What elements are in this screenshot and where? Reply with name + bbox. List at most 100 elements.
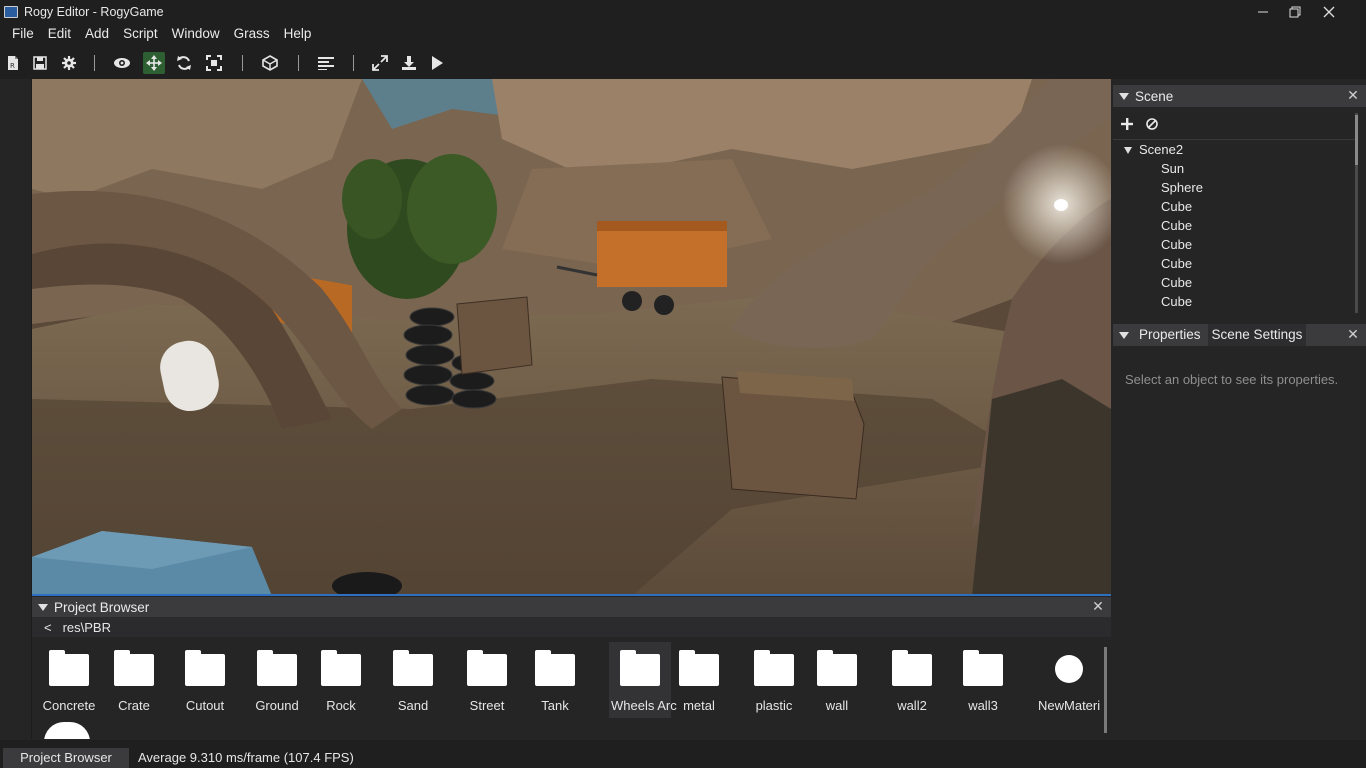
back-button[interactable]: < xyxy=(44,620,52,635)
move-tool-button[interactable] xyxy=(143,52,165,74)
menu-add[interactable]: Add xyxy=(78,23,116,45)
menu-file[interactable]: File xyxy=(5,23,41,45)
asset-folder[interactable]: Concrete xyxy=(34,642,104,718)
tree-row[interactable]: Cube xyxy=(1113,216,1353,235)
asset-folder[interactable]: metal xyxy=(664,642,734,718)
asset-folder[interactable]: Rock xyxy=(306,642,376,718)
toolbar-separator xyxy=(298,55,299,71)
minimize-button[interactable] xyxy=(1246,0,1280,23)
rotate-icon xyxy=(177,56,191,70)
scene-tree: Scene2 Sun Sphere Cube Cube Cube Cube Cu… xyxy=(1113,140,1353,311)
cube-icon xyxy=(262,55,278,71)
asset-grid-scrollbar[interactable] xyxy=(1104,647,1107,733)
tab-scene-settings[interactable]: Scene Settings xyxy=(1207,324,1307,346)
asset-folder[interactable]: wall2 xyxy=(877,642,947,718)
folder-icon xyxy=(963,650,1003,686)
collapse-triangle-icon[interactable] xyxy=(1119,92,1129,100)
folder-icon xyxy=(49,650,89,686)
toolbar-separator xyxy=(353,55,354,71)
properties-panel-close-button[interactable]: ✕ xyxy=(1346,327,1360,341)
tab-properties[interactable]: Properties xyxy=(1135,324,1205,346)
tree-row[interactable]: Sun xyxy=(1113,159,1353,178)
asset-label: Tank xyxy=(541,698,569,713)
asset-folder[interactable]: Street xyxy=(452,642,522,718)
play-button[interactable] xyxy=(426,52,448,74)
scene-panel-close-button[interactable]: ✕ xyxy=(1346,88,1360,102)
collapse-triangle-icon[interactable] xyxy=(38,603,48,611)
scene-panel: Scene ✕ Scene2 Sun Sphere Cube Cube Cube… xyxy=(1113,85,1366,320)
save-icon xyxy=(33,56,47,70)
asset-label: wall3 xyxy=(968,698,998,713)
asset-label: Concrete xyxy=(42,698,96,713)
close-window-button[interactable] xyxy=(1312,0,1346,23)
minimize-icon xyxy=(1258,11,1268,12)
fps-readout: Average 9.310 ms/frame (107.4 FPS) xyxy=(138,750,354,765)
current-path: res\PBR xyxy=(62,619,111,635)
asset-grid: Concrete Crate Cutout Ground Rock Sand S… xyxy=(32,642,1104,739)
build-button[interactable] xyxy=(398,52,420,74)
folder-icon xyxy=(114,650,154,686)
scene-scrollbar[interactable] xyxy=(1355,113,1358,313)
menu-edit[interactable]: Edit xyxy=(41,23,78,45)
menu-window[interactable]: Window xyxy=(165,23,227,45)
app-icon xyxy=(4,5,18,18)
asset-folder[interactable]: wall xyxy=(802,642,872,718)
project-browser-title: Project Browser xyxy=(54,599,150,615)
folder-icon xyxy=(892,650,932,686)
add-object-button[interactable] xyxy=(1117,114,1137,134)
menu-script[interactable]: Script xyxy=(116,23,165,45)
object-button[interactable] xyxy=(259,52,281,74)
status-tab-project-browser[interactable]: Project Browser xyxy=(3,748,129,768)
view-button[interactable] xyxy=(111,52,133,74)
tree-row[interactable]: Cube xyxy=(1113,197,1353,216)
expand-triangle-icon[interactable] xyxy=(1124,147,1132,155)
scrollbar-thumb[interactable] xyxy=(1355,115,1358,165)
asset-label: wall2 xyxy=(897,698,927,713)
asset-label: metal xyxy=(683,698,715,713)
asset-folder[interactable]: Cutout xyxy=(170,642,240,718)
left-dock-strip xyxy=(0,79,32,739)
svg-text:R: R xyxy=(10,62,15,70)
menu-bar: File Edit Add Script Window Grass Help xyxy=(0,23,1366,45)
properties-panel: Properties Scene Settings ✕ Select an ob… xyxy=(1113,324,1366,739)
new-file-button[interactable]: R xyxy=(2,52,24,74)
toolbar-separator xyxy=(94,55,95,71)
material-sphere-icon xyxy=(1055,655,1083,683)
tree-row[interactable]: Cube xyxy=(1113,292,1353,311)
tree-row[interactable]: Cube xyxy=(1113,254,1353,273)
maximize-icon xyxy=(372,55,388,71)
asset-label: Cutout xyxy=(185,698,225,713)
asset-folder[interactable]: Wheels Arc xyxy=(609,642,677,718)
scene-viewport[interactable] xyxy=(32,79,1111,596)
asset-label: Street xyxy=(469,698,505,713)
tree-row[interactable]: Sphere xyxy=(1113,178,1353,197)
eye-icon xyxy=(114,58,130,68)
scale-tool-button[interactable] xyxy=(203,52,225,74)
clear-selection-button[interactable] xyxy=(1142,114,1162,134)
asset-folder[interactable]: Sand xyxy=(378,642,448,718)
menu-grass[interactable]: Grass xyxy=(227,23,277,45)
asset-label: Ground xyxy=(255,698,299,713)
tree-row[interactable]: Cube xyxy=(1113,235,1353,254)
save-button[interactable] xyxy=(29,52,51,74)
menu-help[interactable]: Help xyxy=(277,23,319,45)
toolbar: R xyxy=(0,45,1366,79)
scene-panel-header[interactable]: Scene ✕ xyxy=(1113,85,1366,107)
asset-folder[interactable]: Ground xyxy=(242,642,312,718)
asset-folder[interactable]: Tank xyxy=(520,642,590,718)
settings-button[interactable] xyxy=(58,52,80,74)
tree-row[interactable]: Cube xyxy=(1113,273,1353,292)
restore-button[interactable] xyxy=(1278,0,1312,23)
collapse-triangle-icon[interactable] xyxy=(1119,331,1129,339)
move-icon xyxy=(146,55,162,71)
rotate-tool-button[interactable] xyxy=(173,52,195,74)
folder-icon xyxy=(620,650,660,686)
fullscreen-button[interactable] xyxy=(369,52,391,74)
asset-folder[interactable]: wall3 xyxy=(948,642,1018,718)
align-button[interactable] xyxy=(315,52,337,74)
asset-folder[interactable]: Crate xyxy=(99,642,169,718)
asset-folder[interactable]: plastic xyxy=(739,642,809,718)
tree-row-scene2[interactable]: Scene2 xyxy=(1113,140,1353,159)
project-browser-close-button[interactable]: ✕ xyxy=(1091,599,1105,613)
asset-material[interactable]: NewMateri xyxy=(1034,642,1104,718)
